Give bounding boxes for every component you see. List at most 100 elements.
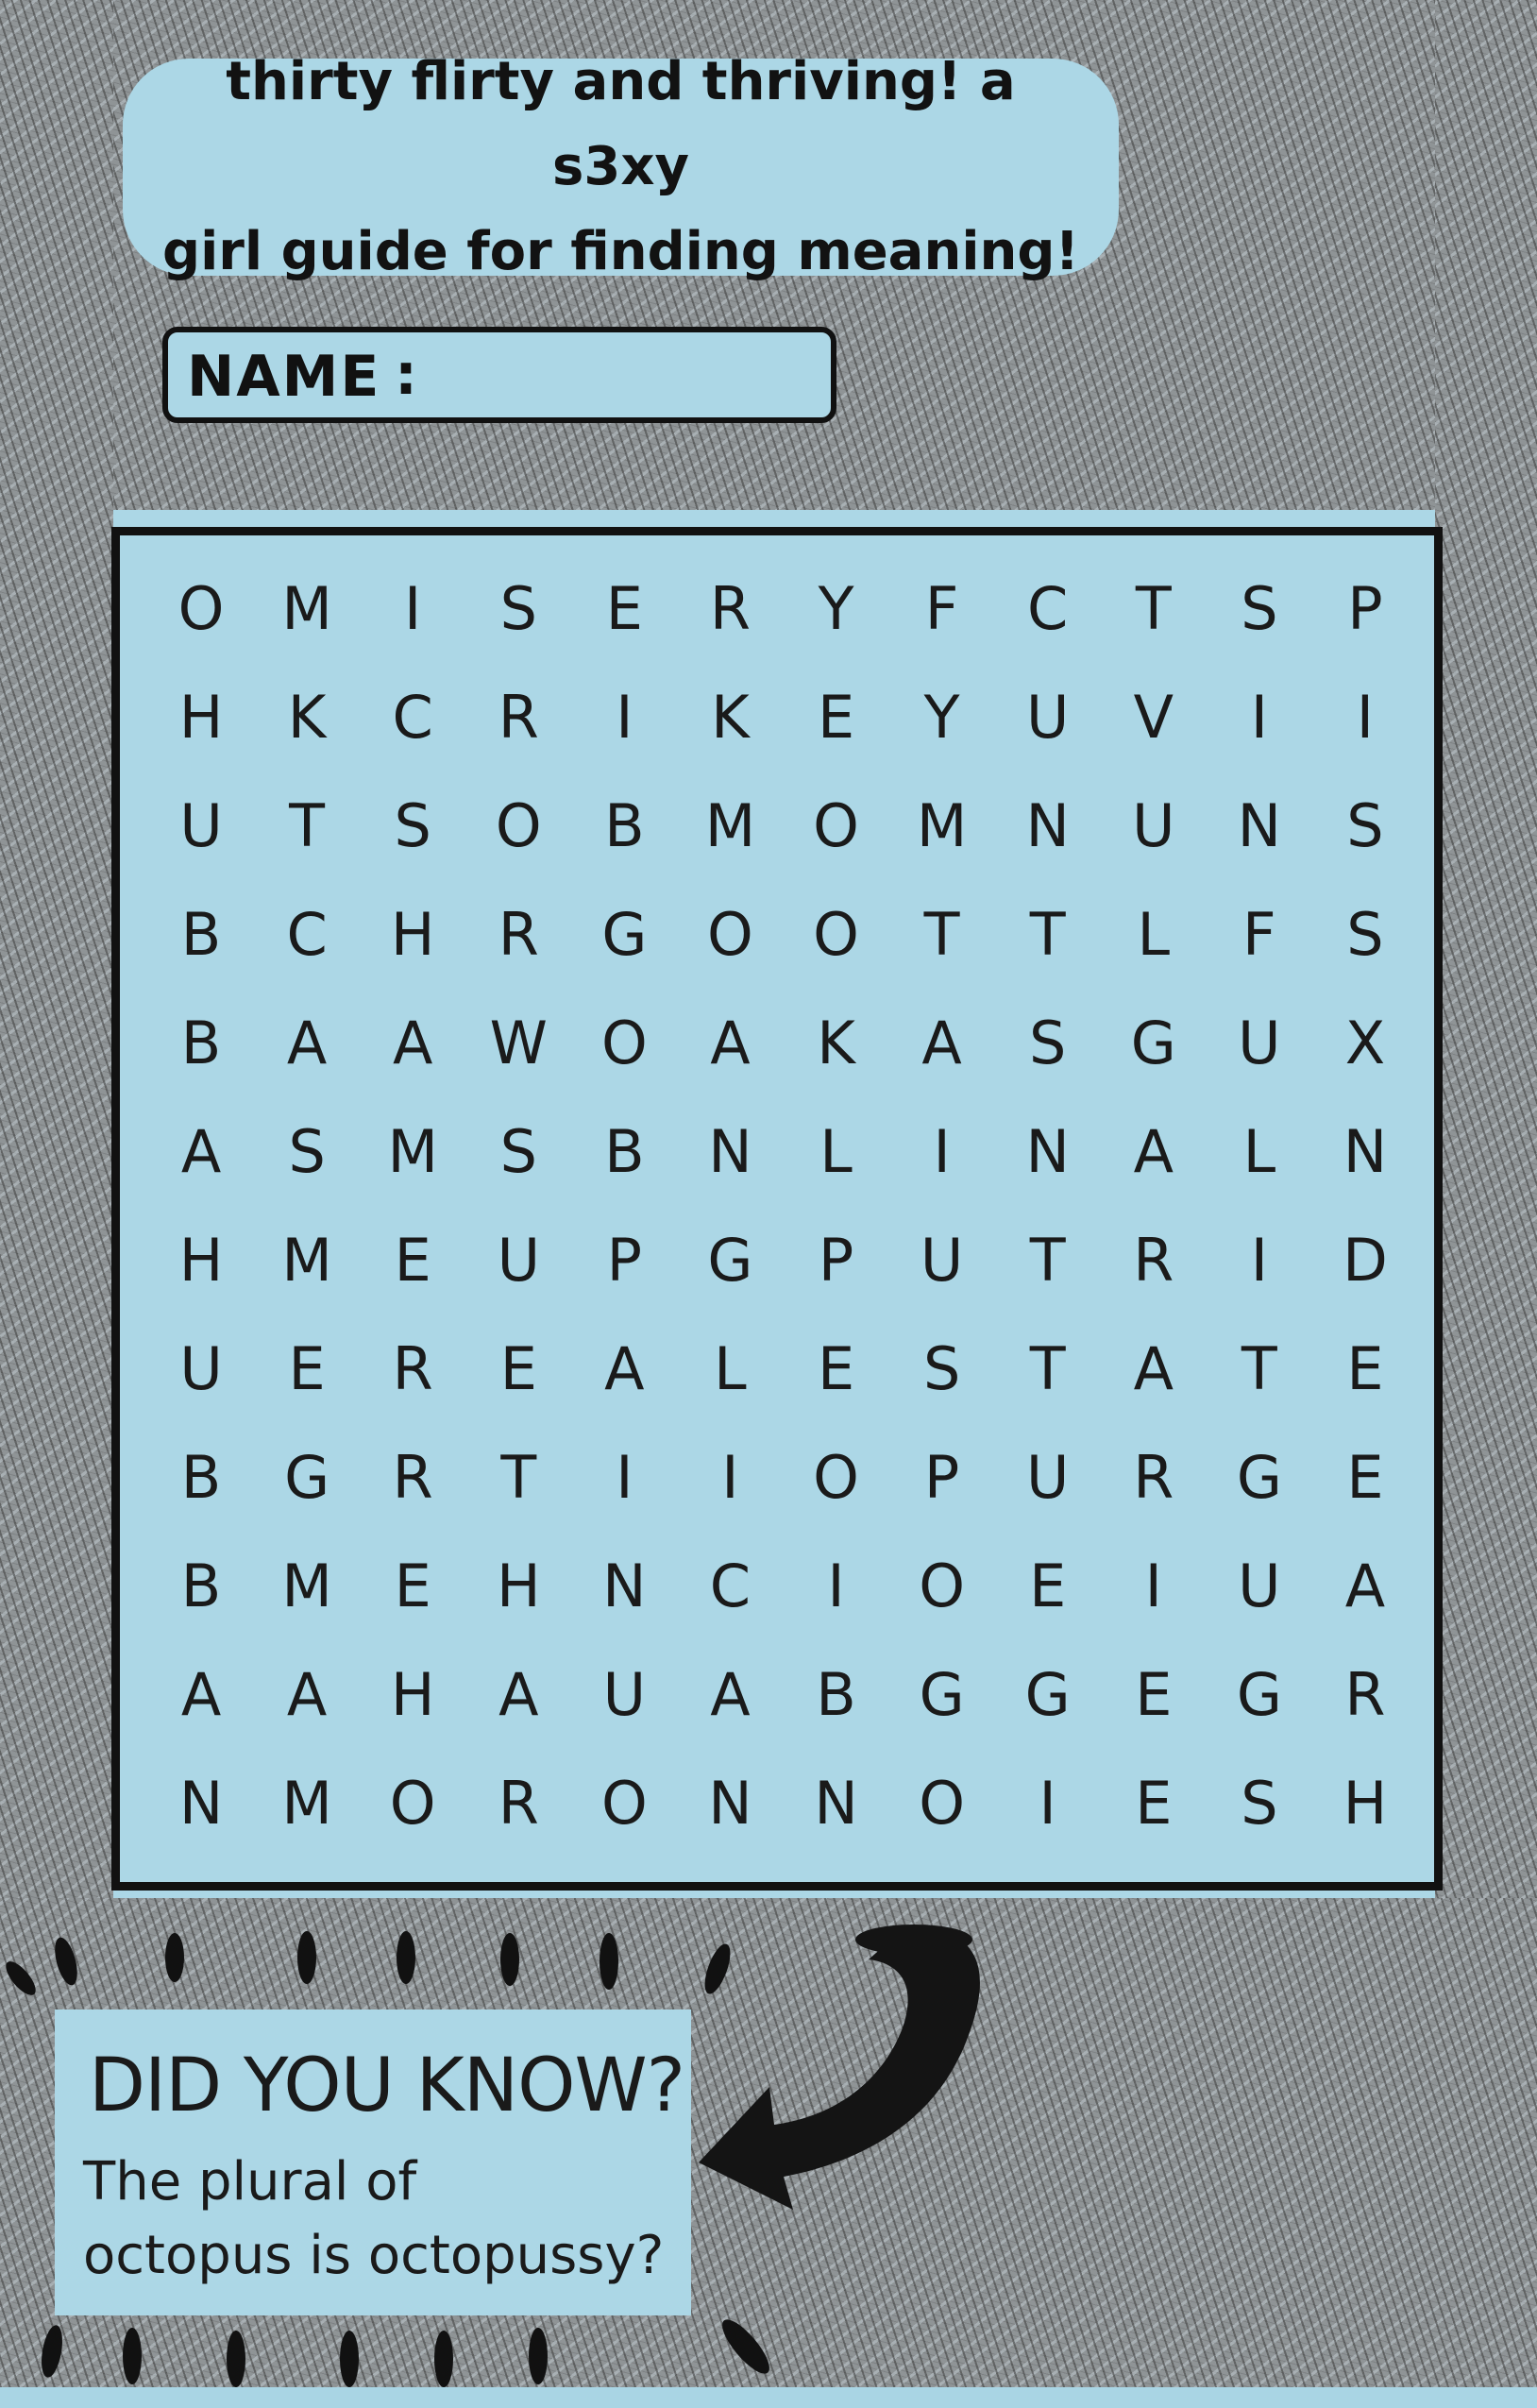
grid-letter-cell[interactable]: A bbox=[254, 989, 360, 1097]
grid-letter-cell[interactable]: E bbox=[1312, 1314, 1418, 1423]
grid-letter-cell[interactable]: L bbox=[677, 1314, 783, 1423]
grid-letter-cell[interactable]: C bbox=[254, 880, 360, 989]
grid-letter-cell[interactable]: S bbox=[465, 1097, 571, 1206]
grid-letter-cell[interactable]: C bbox=[995, 554, 1101, 663]
grid-letter-cell[interactable]: E bbox=[254, 1314, 360, 1423]
grid-letter-cell[interactable]: H bbox=[360, 1640, 465, 1749]
grid-letter-cell[interactable]: U bbox=[1101, 772, 1207, 880]
grid-letter-cell[interactable]: K bbox=[784, 989, 889, 1097]
grid-letter-cell[interactable]: E bbox=[1312, 1423, 1418, 1532]
grid-letter-cell[interactable]: E bbox=[995, 1532, 1101, 1640]
grid-letter-cell[interactable]: Y bbox=[784, 554, 889, 663]
grid-letter-cell[interactable]: R bbox=[360, 1423, 465, 1532]
grid-letter-cell[interactable]: I bbox=[571, 1423, 677, 1532]
grid-letter-cell[interactable]: F bbox=[889, 554, 995, 663]
grid-letter-cell[interactable]: O bbox=[784, 1423, 889, 1532]
grid-letter-cell[interactable]: L bbox=[1101, 880, 1207, 989]
grid-letter-cell[interactable]: M bbox=[254, 1206, 360, 1314]
grid-letter-cell[interactable]: N bbox=[571, 1532, 677, 1640]
grid-letter-cell[interactable]: R bbox=[465, 1749, 571, 1857]
grid-letter-cell[interactable]: T bbox=[995, 880, 1101, 989]
grid-letter-cell[interactable]: G bbox=[254, 1423, 360, 1532]
grid-letter-cell[interactable]: M bbox=[254, 554, 360, 663]
grid-letter-cell[interactable]: Y bbox=[889, 663, 995, 772]
grid-letter-cell[interactable]: U bbox=[148, 1314, 254, 1423]
grid-letter-cell[interactable]: A bbox=[360, 989, 465, 1097]
grid-letter-cell[interactable]: U bbox=[148, 772, 254, 880]
grid-letter-cell[interactable]: I bbox=[1207, 1206, 1312, 1314]
grid-letter-cell[interactable]: N bbox=[995, 772, 1101, 880]
grid-letter-cell[interactable]: A bbox=[148, 1097, 254, 1206]
grid-letter-cell[interactable]: S bbox=[465, 554, 571, 663]
grid-letter-cell[interactable]: A bbox=[677, 989, 783, 1097]
name-input[interactable] bbox=[432, 346, 814, 408]
grid-letter-cell[interactable]: H bbox=[148, 1206, 254, 1314]
grid-letter-cell[interactable]: T bbox=[995, 1206, 1101, 1314]
grid-letter-cell[interactable]: U bbox=[1207, 1532, 1312, 1640]
grid-letter-cell[interactable]: T bbox=[254, 772, 360, 880]
grid-letter-cell[interactable]: A bbox=[677, 1640, 783, 1749]
grid-letter-cell[interactable]: G bbox=[889, 1640, 995, 1749]
grid-letter-cell[interactable]: N bbox=[677, 1749, 783, 1857]
grid-letter-cell[interactable]: K bbox=[254, 663, 360, 772]
grid-letter-cell[interactable]: P bbox=[784, 1206, 889, 1314]
grid-letter-cell[interactable]: T bbox=[995, 1314, 1101, 1423]
grid-letter-cell[interactable]: B bbox=[571, 1097, 677, 1206]
grid-letter-cell[interactable]: I bbox=[571, 663, 677, 772]
grid-letter-cell[interactable]: C bbox=[677, 1532, 783, 1640]
grid-letter-cell[interactable]: P bbox=[571, 1206, 677, 1314]
grid-letter-cell[interactable]: O bbox=[889, 1749, 995, 1857]
grid-letter-cell[interactable]: E bbox=[784, 663, 889, 772]
grid-letter-cell[interactable]: O bbox=[677, 880, 783, 989]
grid-letter-cell[interactable]: G bbox=[1207, 1423, 1312, 1532]
grid-letter-cell[interactable]: N bbox=[995, 1097, 1101, 1206]
grid-letter-cell[interactable]: P bbox=[889, 1423, 995, 1532]
grid-letter-cell[interactable]: E bbox=[360, 1532, 465, 1640]
grid-letter-cell[interactable]: O bbox=[784, 880, 889, 989]
grid-letter-cell[interactable]: L bbox=[784, 1097, 889, 1206]
grid-letter-cell[interactable]: H bbox=[1312, 1749, 1418, 1857]
grid-letter-cell[interactable]: W bbox=[465, 989, 571, 1097]
grid-letter-cell[interactable]: O bbox=[571, 1749, 677, 1857]
grid-letter-cell[interactable]: B bbox=[148, 1423, 254, 1532]
grid-letter-cell[interactable]: B bbox=[571, 772, 677, 880]
grid-letter-cell[interactable]: N bbox=[148, 1749, 254, 1857]
grid-letter-cell[interactable]: M bbox=[677, 772, 783, 880]
grid-letter-cell[interactable]: N bbox=[1207, 772, 1312, 880]
grid-letter-cell[interactable]: T bbox=[1101, 554, 1207, 663]
grid-letter-cell[interactable]: E bbox=[465, 1314, 571, 1423]
grid-letter-cell[interactable]: N bbox=[1312, 1097, 1418, 1206]
grid-letter-cell[interactable]: G bbox=[571, 880, 677, 989]
grid-letter-cell[interactable]: B bbox=[784, 1640, 889, 1749]
grid-letter-cell[interactable]: H bbox=[360, 880, 465, 989]
grid-letter-cell[interactable]: B bbox=[148, 989, 254, 1097]
grid-letter-cell[interactable]: I bbox=[1101, 1532, 1207, 1640]
grid-letter-cell[interactable]: T bbox=[465, 1423, 571, 1532]
grid-letter-cell[interactable]: O bbox=[148, 554, 254, 663]
grid-letter-cell[interactable]: R bbox=[1101, 1206, 1207, 1314]
grid-letter-cell[interactable]: E bbox=[571, 554, 677, 663]
grid-letter-cell[interactable]: G bbox=[677, 1206, 783, 1314]
grid-letter-cell[interactable]: R bbox=[465, 663, 571, 772]
grid-letter-cell[interactable]: U bbox=[465, 1206, 571, 1314]
grid-letter-cell[interactable]: T bbox=[1207, 1314, 1312, 1423]
grid-letter-cell[interactable]: A bbox=[465, 1640, 571, 1749]
grid-letter-cell[interactable]: A bbox=[254, 1640, 360, 1749]
grid-letter-cell[interactable]: E bbox=[1101, 1640, 1207, 1749]
grid-letter-cell[interactable]: V bbox=[1101, 663, 1207, 772]
grid-letter-cell[interactable]: I bbox=[1312, 663, 1418, 772]
grid-letter-cell[interactable]: S bbox=[889, 1314, 995, 1423]
grid-letter-cell[interactable]: I bbox=[677, 1423, 783, 1532]
grid-letter-cell[interactable]: R bbox=[677, 554, 783, 663]
grid-letter-cell[interactable]: O bbox=[784, 772, 889, 880]
grid-letter-cell[interactable]: H bbox=[148, 663, 254, 772]
grid-letter-cell[interactable]: L bbox=[1207, 1097, 1312, 1206]
grid-letter-cell[interactable]: A bbox=[571, 1314, 677, 1423]
grid-letter-cell[interactable]: S bbox=[360, 772, 465, 880]
grid-letter-cell[interactable]: N bbox=[677, 1097, 783, 1206]
grid-letter-cell[interactable]: I bbox=[1207, 663, 1312, 772]
grid-letter-cell[interactable]: U bbox=[889, 1206, 995, 1314]
grid-letter-cell[interactable]: K bbox=[677, 663, 783, 772]
grid-letter-cell[interactable]: F bbox=[1207, 880, 1312, 989]
grid-letter-cell[interactable]: R bbox=[1312, 1640, 1418, 1749]
